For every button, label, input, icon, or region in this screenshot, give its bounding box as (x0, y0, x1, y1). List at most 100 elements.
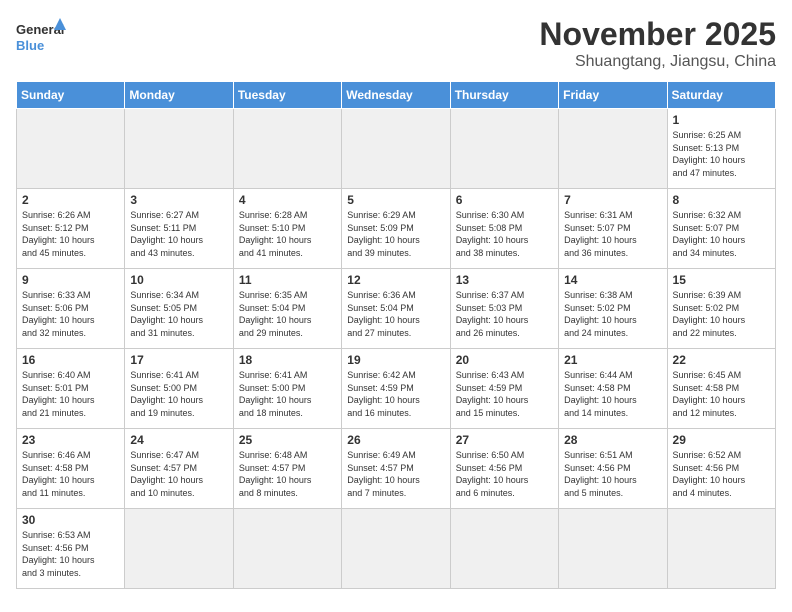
header-saturday: Saturday (667, 82, 775, 109)
calendar-cell: 21Sunrise: 6:44 AMSunset: 4:58 PMDayligh… (559, 349, 667, 429)
day-info: Sunrise: 6:49 AMSunset: 4:57 PMDaylight:… (347, 449, 444, 499)
day-number: 6 (456, 193, 553, 207)
calendar-cell (342, 509, 450, 589)
calendar-cell (17, 109, 125, 189)
month-title: November 2025 (539, 16, 776, 53)
calendar-cell: 13Sunrise: 6:37 AMSunset: 5:03 PMDayligh… (450, 269, 558, 349)
calendar-table: SundayMondayTuesdayWednesdayThursdayFrid… (16, 81, 776, 589)
day-number: 24 (130, 433, 227, 447)
day-number: 8 (673, 193, 770, 207)
day-info: Sunrise: 6:31 AMSunset: 5:07 PMDaylight:… (564, 209, 661, 259)
calendar-cell: 24Sunrise: 6:47 AMSunset: 4:57 PMDayligh… (125, 429, 233, 509)
week-row-0: 1Sunrise: 6:25 AMSunset: 5:13 PMDaylight… (17, 109, 776, 189)
calendar-cell (667, 509, 775, 589)
logo: General Blue (16, 16, 66, 60)
header-monday: Monday (125, 82, 233, 109)
calendar-cell: 20 Sunrise: 6:43 AMSunset: 4:59 PMDayligh… (450, 349, 558, 429)
calendar-cell (342, 109, 450, 189)
day-info: Sunrise: 6:53 AMSunset: 4:56 PMDaylight:… (22, 529, 119, 579)
day-info: Sunrise: 6:30 AMSunset: 5:08 PMDaylight:… (456, 209, 553, 259)
calendar-cell: 18 Sunrise: 6:41 AMSunset: 5:00 PMDayligh… (233, 349, 341, 429)
calendar-cell: 16Sunrise: 6:40 AMSunset: 5:01 PMDayligh… (17, 349, 125, 429)
day-info: Sunrise: 6:51 AMSunset: 4:56 PMDaylight:… (564, 449, 661, 499)
day-number: 29 (673, 433, 770, 447)
calendar-header-row: SundayMondayTuesdayWednesdayThursdayFrid… (17, 82, 776, 109)
calendar-cell: 2Sunrise: 6:26 AMSunset: 5:12 PMDaylight… (17, 189, 125, 269)
week-row-3: 16Sunrise: 6:40 AMSunset: 5:01 PMDayligh… (17, 349, 776, 429)
day-number: 28 (564, 433, 661, 447)
title-block: November 2025 Shuangtang, Jiangsu, China (539, 16, 776, 71)
day-number: 11 (239, 273, 336, 287)
calendar-cell: 23Sunrise: 6:46 AMSunset: 4:58 PMDayligh… (17, 429, 125, 509)
day-info: Sunrise: 6:46 AMSunset: 4:58 PMDaylight:… (22, 449, 119, 499)
header-friday: Friday (559, 82, 667, 109)
calendar-cell: 10Sunrise: 6:34 AMSunset: 5:05 PMDayligh… (125, 269, 233, 349)
day-info: Sunrise: 6:25 AMSunset: 5:13 PMDaylight:… (673, 129, 770, 179)
week-row-5: 30Sunrise: 6:53 AMSunset: 4:56 PMDayligh… (17, 509, 776, 589)
day-number: 7 (564, 193, 661, 207)
day-number: 5 (347, 193, 444, 207)
calendar-cell: 17 Sunrise: 6:41 AMSunset: 5:00 PMDayligh… (125, 349, 233, 429)
calendar-cell: 11 Sunrise: 6:35 AMSunset: 5:04 PMDayligh… (233, 269, 341, 349)
day-number: 19 (347, 353, 444, 367)
calendar-cell (450, 109, 558, 189)
week-row-2: 9 Sunrise: 6:33 AMSunset: 5:06 PMDaylight… (17, 269, 776, 349)
header-tuesday: Tuesday (233, 82, 341, 109)
day-info: Sunrise: 6:33 AMSunset: 5:06 PMDaylight:… (22, 289, 119, 339)
day-number: 16 (22, 353, 119, 367)
day-info: Sunrise: 6:41 AMSunset: 5:00 PMDaylight:… (130, 369, 227, 419)
location-title: Shuangtang, Jiangsu, China (539, 53, 776, 71)
day-number: 17 (130, 353, 227, 367)
calendar-cell: 1Sunrise: 6:25 AMSunset: 5:13 PMDaylight… (667, 109, 775, 189)
day-number: 9 (22, 273, 119, 287)
day-info: Sunrise: 6:28 AMSunset: 5:10 PMDaylight:… (239, 209, 336, 259)
calendar-cell: 30Sunrise: 6:53 AMSunset: 4:56 PMDayligh… (17, 509, 125, 589)
day-info: Sunrise: 6:27 AMSunset: 5:11 PMDaylight:… (130, 209, 227, 259)
day-number: 4 (239, 193, 336, 207)
page-header: General Blue November 2025 Shuangtang, J… (16, 16, 776, 71)
day-info: Sunrise: 6:43 AMSunset: 4:59 PMDaylight:… (456, 369, 553, 419)
calendar-cell: 19Sunrise: 6:42 AMSunset: 4:59 PMDayligh… (342, 349, 450, 429)
day-info: Sunrise: 6:36 AMSunset: 5:04 PMDaylight:… (347, 289, 444, 339)
week-row-4: 23Sunrise: 6:46 AMSunset: 4:58 PMDayligh… (17, 429, 776, 509)
calendar-cell: 26 Sunrise: 6:49 AMSunset: 4:57 PMDayligh… (342, 429, 450, 509)
header-thursday: Thursday (450, 82, 558, 109)
calendar-cell (559, 509, 667, 589)
day-number: 15 (673, 273, 770, 287)
day-number: 14 (564, 273, 661, 287)
week-row-1: 2Sunrise: 6:26 AMSunset: 5:12 PMDaylight… (17, 189, 776, 269)
calendar-cell: 8Sunrise: 6:32 AMSunset: 5:07 PMDaylight… (667, 189, 775, 269)
day-info: Sunrise: 6:45 AMSunset: 4:58 PMDaylight:… (673, 369, 770, 419)
logo-svg: General Blue (16, 16, 66, 60)
calendar-cell: 12 Sunrise: 6:36 AMSunset: 5:04 PMDayligh… (342, 269, 450, 349)
calendar-cell: 7 Sunrise: 6:31 AMSunset: 5:07 PMDaylight… (559, 189, 667, 269)
day-info: Sunrise: 6:52 AMSunset: 4:56 PMDaylight:… (673, 449, 770, 499)
calendar-cell: 22 Sunrise: 6:45 AMSunset: 4:58 PMDayligh… (667, 349, 775, 429)
calendar-cell: 5 Sunrise: 6:29 AMSunset: 5:09 PMDaylight… (342, 189, 450, 269)
day-info: Sunrise: 6:44 AMSunset: 4:58 PMDaylight:… (564, 369, 661, 419)
day-number: 26 (347, 433, 444, 447)
calendar-cell: 6 Sunrise: 6:30 AMSunset: 5:08 PMDaylight… (450, 189, 558, 269)
day-info: Sunrise: 6:35 AMSunset: 5:04 PMDaylight:… (239, 289, 336, 339)
day-info: Sunrise: 6:41 AMSunset: 5:00 PMDaylight:… (239, 369, 336, 419)
day-number: 22 (673, 353, 770, 367)
calendar-cell: 29 Sunrise: 6:52 AMSunset: 4:56 PMDayligh… (667, 429, 775, 509)
calendar-cell (125, 509, 233, 589)
calendar-cell (125, 109, 233, 189)
calendar-cell (233, 509, 341, 589)
day-number: 18 (239, 353, 336, 367)
day-info: Sunrise: 6:38 AMSunset: 5:02 PMDaylight:… (564, 289, 661, 339)
day-number: 2 (22, 193, 119, 207)
calendar-cell: 28 Sunrise: 6:51 AMSunset: 4:56 PMDayligh… (559, 429, 667, 509)
day-info: Sunrise: 6:39 AMSunset: 5:02 PMDaylight:… (673, 289, 770, 339)
day-info: Sunrise: 6:50 AMSunset: 4:56 PMDaylight:… (456, 449, 553, 499)
day-number: 20 (456, 353, 553, 367)
header-sunday: Sunday (17, 82, 125, 109)
day-info: Sunrise: 6:29 AMSunset: 5:09 PMDaylight:… (347, 209, 444, 259)
calendar-cell: 9 Sunrise: 6:33 AMSunset: 5:06 PMDaylight… (17, 269, 125, 349)
day-number: 3 (130, 193, 227, 207)
calendar-cell: 4 Sunrise: 6:28 AMSunset: 5:10 PMDaylight… (233, 189, 341, 269)
day-number: 10 (130, 273, 227, 287)
day-number: 12 (347, 273, 444, 287)
day-info: Sunrise: 6:37 AMSunset: 5:03 PMDaylight:… (456, 289, 553, 339)
